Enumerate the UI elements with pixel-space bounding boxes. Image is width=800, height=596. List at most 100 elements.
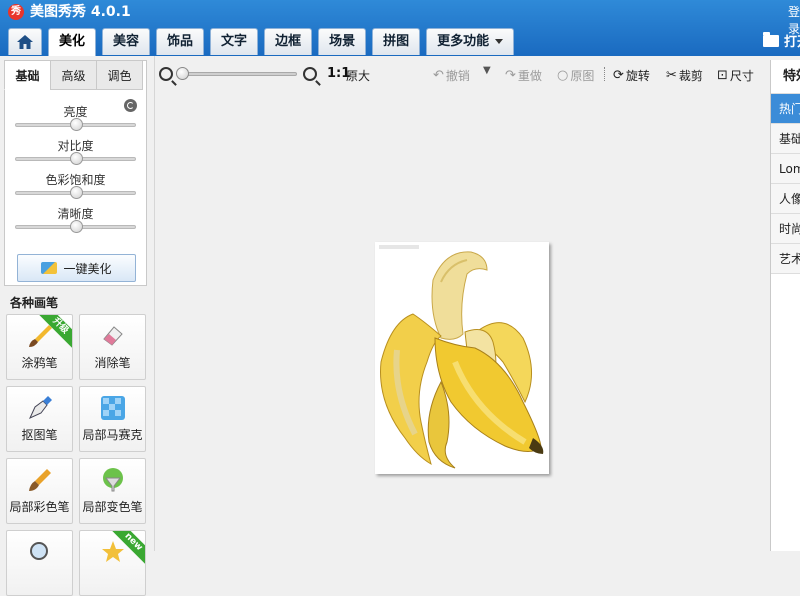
title-bar: 秀 美图秀秀 4.0.1 登录 美化 美容 饰品 文字 边框 场景 拼图 更多功… [0, 0, 800, 56]
sharpness-track[interactable] [15, 220, 136, 233]
image-toolbar: 1:1 原大 ↶ 撤销 ▼ ↷ 重做 ○ 原图 ⟳ 旋转 ✂ 裁剪 ⊡ 尺寸 [157, 60, 765, 88]
undo-icon: ↶ [433, 68, 444, 83]
resize-button[interactable]: ⊡ 尺寸 [717, 67, 754, 84]
zoom-thumb[interactable] [176, 67, 189, 80]
zoom-slider[interactable] [176, 67, 297, 80]
resize-label: 尺寸 [729, 69, 754, 83]
rotate-label: 旋转 [625, 69, 650, 83]
brushes-title: 各种画笔 [10, 296, 59, 310]
circle-icon: ○ [557, 68, 569, 83]
tab-more-label: 更多功能 [437, 34, 490, 49]
one-click-label: 一键美化 [63, 261, 112, 276]
contrast-thumb[interactable] [69, 152, 83, 165]
crop-label: 裁剪 [678, 69, 703, 83]
redo-label: 重做 [517, 69, 542, 83]
redo-icon: ↷ [505, 68, 516, 83]
app-logo: 秀 [8, 4, 24, 20]
original-label: 原图 [570, 69, 595, 83]
tab-text[interactable]: 文字 [210, 28, 259, 55]
app-title: 美图秀秀 4.0.1 [30, 4, 131, 20]
tab-collage[interactable]: 拼图 [372, 28, 421, 55]
color-brush-button[interactable]: 局部彩色笔 [6, 458, 73, 524]
sharpness-slider: 清晰度 [15, 207, 136, 233]
resize-icon: ⊡ [717, 68, 728, 83]
contrast-label: 对比度 [57, 139, 94, 153]
banana-image [375, 242, 549, 474]
effect-category-fashion[interactable]: 时尚 [771, 214, 800, 244]
subtab-basic[interactable]: 基础 [4, 60, 51, 90]
rotate-icon: ⟳ [613, 68, 624, 83]
tab-beautify[interactable]: 美化 [48, 28, 97, 56]
star-icon [102, 541, 124, 562]
effect-category-portrait[interactable]: 人像 [771, 184, 800, 214]
tab-frame[interactable]: 边框 [264, 28, 313, 55]
doodle-brush-button[interactable]: 升级 涂鸦笔 [6, 314, 73, 380]
adjust-panel: 基础 高级 调色 亮度 对比度 色彩饱和度 清晰度 一键美化 [4, 60, 147, 286]
original-size-label[interactable]: 原大 [346, 67, 370, 84]
main-tabs: 美化 美容 饰品 文字 边框 场景 拼图 更多功能 [8, 28, 520, 56]
magic-wand-icon [41, 262, 58, 274]
contrast-slider: 对比度 [15, 139, 136, 165]
brush-button-8[interactable]: new [79, 530, 146, 596]
effects-header: 特效 [771, 60, 800, 94]
rotate-button[interactable]: ⟳ 旋转 [613, 67, 650, 84]
effects-panel: 特效 热门 基础 Lomo 人像 时尚 艺术 [770, 60, 800, 551]
crop-button[interactable]: ✂ 裁剪 [666, 67, 703, 84]
effect-category-basic[interactable]: 基础 [771, 124, 800, 154]
brightness-slider: 亮度 [15, 105, 136, 131]
sharpness-label: 清晰度 [57, 207, 94, 221]
subtab-color[interactable]: 调色 [96, 60, 143, 90]
contrast-track[interactable] [15, 152, 136, 165]
eraser-brush-label: 消除笔 [94, 356, 131, 370]
saturation-track[interactable] [15, 186, 136, 199]
magnifier-icon [30, 542, 48, 560]
saturation-thumb[interactable] [69, 186, 83, 199]
paintbrush-icon [29, 325, 52, 347]
toolbar-divider [604, 67, 605, 81]
doodle-brush-label: 涂鸦笔 [21, 356, 58, 370]
zoom-in-icon[interactable] [303, 67, 317, 81]
zoom-out-icon[interactable] [159, 67, 173, 81]
scissors-icon: ✂ [666, 68, 677, 83]
subtab-advanced[interactable]: 高级 [50, 60, 97, 90]
tab-beauty[interactable]: 美容 [102, 28, 151, 55]
brightness-track[interactable] [15, 118, 136, 131]
chevron-down-icon [495, 39, 504, 44]
eraser-brush-button[interactable]: 消除笔 [79, 314, 146, 380]
sharpness-thumb[interactable] [69, 220, 83, 233]
color-brush-label: 局部彩色笔 [9, 500, 70, 514]
redo-button[interactable]: ↷ 重做 [505, 67, 542, 84]
brightness-label: 亮度 [63, 105, 88, 119]
tab-more[interactable]: 更多功能 [426, 28, 515, 55]
undo-label: 撤销 [445, 69, 470, 83]
tab-accessories[interactable]: 饰品 [156, 28, 205, 55]
undo-dropdown-icon[interactable]: ▼ [483, 65, 491, 76]
original-image-button[interactable]: ○ 原图 [557, 67, 594, 84]
open-label: 打开 [784, 35, 800, 50]
brightness-thumb[interactable] [69, 118, 83, 131]
effect-category-art[interactable]: 艺术 [771, 244, 800, 274]
one-click-beautify-button[interactable]: 一键美化 [17, 254, 136, 282]
color-brush-icon [29, 469, 51, 491]
saturation-slider: 色彩饱和度 [15, 173, 136, 199]
open-button[interactable]: 打开 [763, 31, 800, 50]
cutout-brush-button[interactable]: 抠图笔 [6, 386, 73, 452]
image-canvas[interactable] [157, 90, 767, 551]
brush-button-7[interactable] [6, 530, 73, 596]
recolor-brush-button[interactable]: 局部变色笔 [79, 458, 146, 524]
effect-category-lomo[interactable]: Lomo [771, 154, 800, 184]
home-tab[interactable] [8, 28, 42, 55]
effect-category-hot[interactable]: 热门 [771, 94, 800, 124]
recolor-brush-label: 局部变色笔 [82, 500, 143, 514]
saturation-label: 色彩饱和度 [45, 173, 106, 187]
adjust-subtabs: 基础 高级 调色 [4, 60, 143, 90]
mosaic-brush-button[interactable]: 局部马赛克 [79, 386, 146, 452]
left-panel: 基础 高级 调色 亮度 对比度 色彩饱和度 清晰度 一键美化 各种画笔 升级 涂… [0, 56, 155, 596]
undo-button[interactable]: ↶ 撤销 [433, 67, 470, 84]
tab-scene[interactable]: 场景 [318, 28, 367, 55]
mosaic-icon [101, 396, 125, 420]
cutout-brush-label: 抠图笔 [21, 428, 58, 442]
home-icon [17, 35, 33, 49]
recolor-icon [103, 468, 123, 492]
photo-banana[interactable] [375, 242, 549, 474]
